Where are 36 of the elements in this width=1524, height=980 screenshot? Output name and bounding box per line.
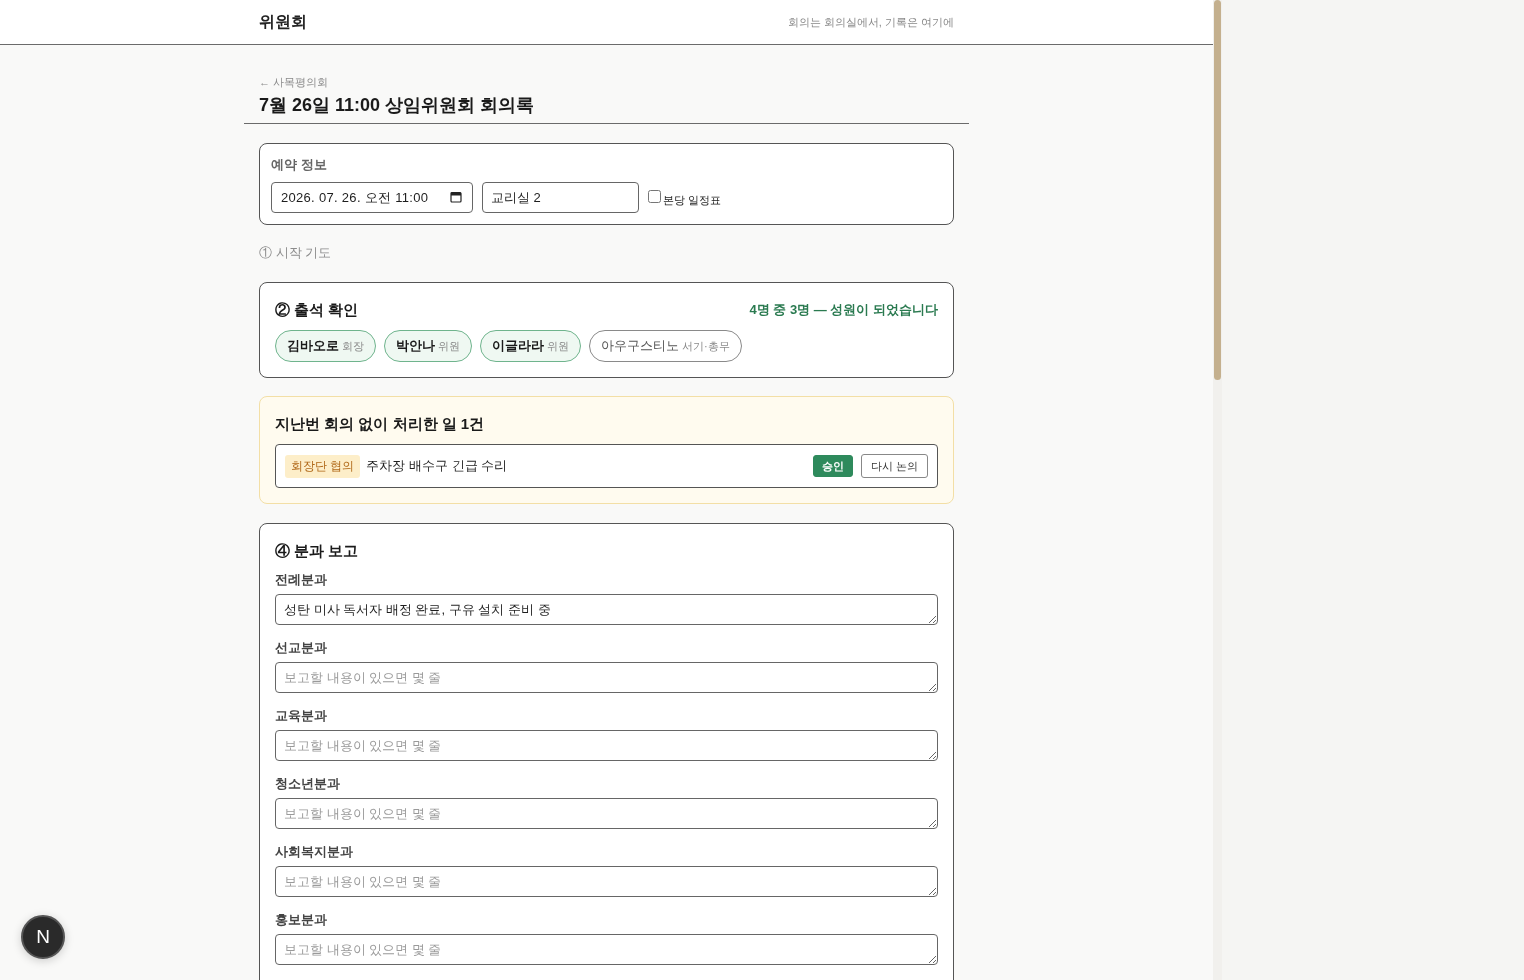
attendance-chip[interactable]: 박안나 위원 (384, 330, 472, 362)
scrollbar[interactable] (1213, 0, 1222, 980)
tagline: 회의는 회의실에서, 기록은 여기에 (787, 14, 954, 30)
field-label: 청소년분과 (275, 775, 341, 793)
category-tag: 회장단 협의 (285, 454, 361, 478)
report-textarea[interactable]: 보고할 내용이 있으면 몇 줄 (275, 798, 938, 829)
field-label: 사회복지분과 (275, 843, 354, 861)
back-link[interactable]: ← 사목평의회 (259, 75, 329, 90)
card-heading: 예약 정보 (271, 156, 328, 174)
report-textarea[interactable]: 보고할 내용이 있으면 몇 줄 (275, 662, 938, 693)
report-textarea[interactable]: 보고할 내용이 있으면 몇 줄 (275, 934, 938, 965)
page-title: 7월 26일 11:00 상임위원회 회의록 (259, 94, 535, 117)
attendance-chip[interactable]: 아우구스티노 서기·총무 (589, 330, 742, 362)
checkbox-label: 본당 일정표 (663, 192, 722, 208)
quorum-summary: 4명 중 3명 — 성원이 되었습니다 (749, 301, 938, 319)
attendance-chip[interactable]: 이글라라 위원 (480, 330, 581, 362)
field-label: 선교분과 (275, 639, 328, 657)
report-textarea[interactable]: 보고할 내용이 있으면 몇 줄 (275, 730, 938, 761)
schedule-checkbox[interactable] (648, 189, 661, 203)
brand-title: 위원회 (259, 11, 307, 32)
decision-button[interactable]: 승인 (812, 455, 853, 477)
section-title: ① 시작 기도 (259, 244, 333, 262)
report-textarea[interactable]: 보고할 내용이 있으면 몇 줄 (275, 866, 938, 897)
datetime-field[interactable]: 2026. 07. 26. 오전 11:00 (271, 182, 473, 213)
field-label: 홍보분과 (275, 911, 328, 929)
report-textarea[interactable]: 성탄 미사 독서자 배정 완료, 구유 설치 준비 중 (275, 594, 938, 625)
decision-button[interactable]: 다시 논의 (860, 454, 928, 478)
field-label: 전례분과 (275, 571, 328, 589)
calendar-icon[interactable] (450, 191, 462, 203)
attendance-chip[interactable]: 김바오로 회장 (275, 330, 376, 362)
field-label: 교육분과 (275, 707, 328, 725)
section-title: ④ 분과 보고 (275, 541, 360, 561)
room-field[interactable]: 교리실 2 (482, 182, 639, 213)
section-title: ② 출석 확인 (275, 300, 359, 320)
section-title: 지난번 회의 없이 처리한 일 1건 (275, 414, 486, 434)
decision-text: 주차장 배수구 긴급 수리 (366, 457, 509, 475)
